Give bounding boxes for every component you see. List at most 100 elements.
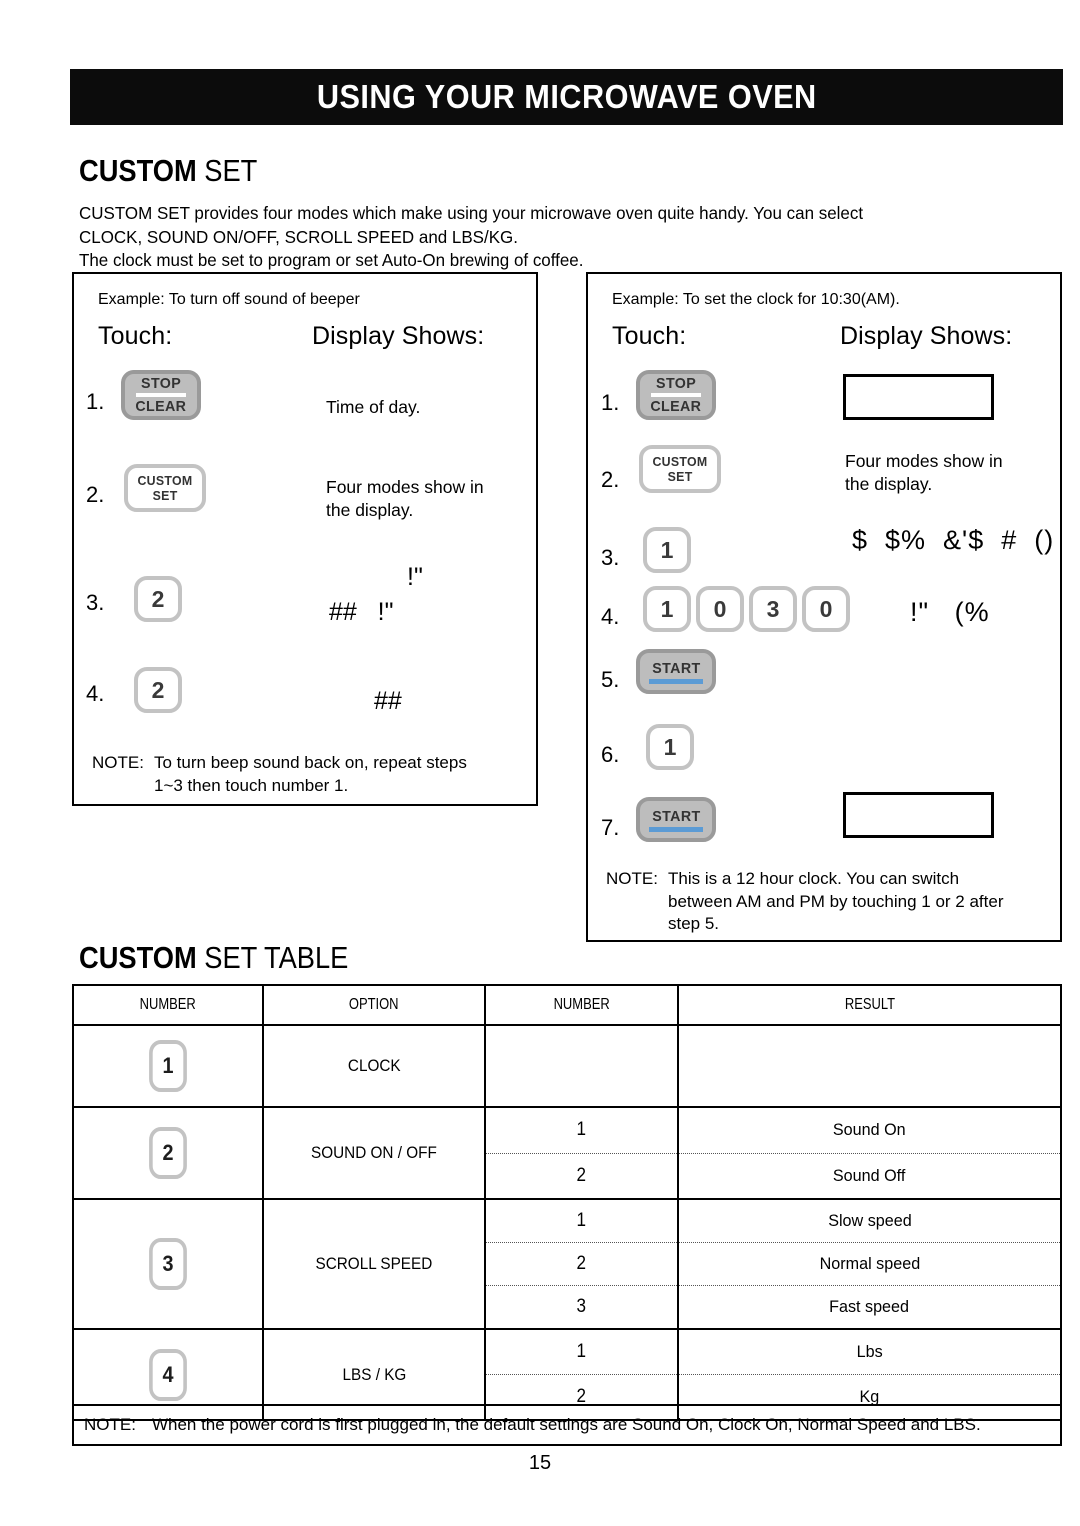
- number-key-1[interactable]: 1: [149, 1040, 187, 1092]
- digit-label-right-4b: 0: [713, 595, 727, 622]
- display-text-right-2b: the display.: [845, 474, 933, 494]
- start-button-right-5[interactable]: START: [636, 649, 716, 694]
- stop-clear-label-top-1: STOP: [140, 375, 182, 392]
- table-cell-number-1: [484, 1024, 679, 1108]
- digit-button-left-3[interactable]: 2: [134, 576, 182, 622]
- digit-label-left-3: 2: [151, 585, 165, 612]
- example-box-sound-off: Example: To turn off sound of beeper Tou…: [72, 272, 538, 806]
- start-button-right-7[interactable]: START: [636, 797, 716, 842]
- sub-row: 1: [486, 1108, 677, 1154]
- table-row: 3 SCROLL SPEED 1 2 3 Slow speed Normal s…: [72, 1198, 1062, 1330]
- table-cell-option-3: SCROLL SPEED: [262, 1198, 486, 1330]
- digit-button-right-4c[interactable]: 3: [749, 586, 797, 632]
- number-key-1-label: 1: [162, 1053, 174, 1078]
- note-right-label: NOTE:: [606, 869, 658, 888]
- display-text-left-1: Time of day.: [326, 397, 421, 417]
- digit-button-right-4d[interactable]: 0: [802, 586, 850, 632]
- custom-set-label-top-2: CUSTOM: [137, 473, 193, 488]
- manual-page: USING YOUR MICROWAVE OVEN CUSTOM SET CUS…: [0, 0, 1080, 1526]
- step-number-right-7: 7.: [601, 815, 620, 840]
- intro-line-3: The clock must be set to program or set …: [79, 250, 584, 270]
- custom-set-label-bottom-2: SET: [152, 488, 178, 503]
- step-number-right-2: 2.: [601, 467, 620, 492]
- display-glyph-left-3-bottom: ## !": [329, 598, 394, 626]
- option-label-2: SOUND ON / OFF: [311, 1143, 437, 1162]
- display-glyph-left-3-top: !": [407, 563, 423, 591]
- table-note-label: NOTE:: [84, 1415, 136, 1434]
- custom-set-label-top-r2: CUSTOM: [652, 454, 708, 469]
- digit-button-right-6[interactable]: 1: [646, 724, 694, 770]
- number-key-3-label: 3: [162, 1251, 174, 1276]
- table-header-number-1: NUMBER: [81, 984, 255, 1026]
- note-left-label: NOTE:: [92, 753, 144, 772]
- note-left-line-2: 1~3 then touch number 1.: [154, 775, 349, 795]
- table-cell-option-2: SOUND ON / OFF: [262, 1106, 486, 1200]
- table-header-number-2-label: NUMBER: [553, 996, 610, 1013]
- stop-clear-button-left-1[interactable]: STOP CLEAR: [121, 370, 201, 420]
- stop-clear-divider-1: [135, 393, 187, 397]
- note-right: NOTE: This is a 12 hour clock. You can s…: [606, 868, 1056, 936]
- number-key-3[interactable]: 3: [149, 1238, 187, 1290]
- number-key-2-label: 2: [162, 1140, 174, 1165]
- digit-button-left-4[interactable]: 2: [134, 667, 182, 713]
- sub-row: Slow speed: [679, 1200, 1060, 1243]
- custom-set-button-left-2[interactable]: CUSTOM SET: [124, 464, 206, 512]
- sub-row: 2: [486, 1154, 677, 1199]
- table-footer-note: NOTE: When the power cord is first plugge…: [72, 1404, 1062, 1446]
- custom-set-button-right-2[interactable]: CUSTOM SET: [639, 445, 721, 493]
- section-heading-bold-part: CUSTOM: [79, 153, 197, 188]
- section-heading-custom-set: CUSTOM SET: [79, 153, 257, 189]
- table-cell-result-2: Sound On Sound Off: [677, 1106, 1062, 1200]
- table-cell-key-1: 1: [72, 1024, 264, 1108]
- example-box-set-clock: Example: To set the clock for 10:30(AM).…: [586, 272, 1062, 942]
- display-column-label-left: Display Shows:: [312, 322, 485, 350]
- touch-column-label-left: Touch:: [98, 322, 173, 350]
- entry-result-2-1: Sound Off: [833, 1165, 906, 1185]
- table-cell-option-1: CLOCK: [262, 1024, 486, 1108]
- stop-clear-label-bottom-r1: CLEAR: [650, 398, 702, 415]
- table-note-text: When the power cord is first plugged in,…: [151, 1415, 981, 1434]
- note-left-line-1: To turn beep sound back on, repeat steps: [154, 753, 467, 772]
- step-number-right-6: 6.: [601, 742, 620, 767]
- custom-set-label-bottom-r2: SET: [667, 469, 693, 484]
- table-heading-bold-part: CUSTOM: [79, 940, 197, 975]
- digit-button-right-4a[interactable]: 1: [643, 586, 691, 632]
- sub-row: Normal speed: [679, 1243, 1060, 1286]
- stop-clear-label-bottom-1: CLEAR: [135, 398, 187, 415]
- stop-clear-button-right-1[interactable]: STOP CLEAR: [636, 370, 716, 420]
- digit-label-right-3: 1: [660, 536, 674, 563]
- sub-row: Fast speed: [679, 1286, 1060, 1328]
- sub-row: 3: [486, 1286, 677, 1328]
- sub-row: Sound Off: [679, 1154, 1060, 1199]
- option-label-1: CLOCK: [347, 1056, 401, 1075]
- entry-number-3-1: 2: [576, 1253, 587, 1274]
- step-number-right-1: 1.: [601, 390, 620, 415]
- display-glyph-right-4: !" (%: [910, 597, 990, 627]
- sub-row: 1: [486, 1200, 677, 1243]
- step-number-left-3: 3.: [86, 590, 105, 615]
- start-accent-bar-r5: [649, 678, 703, 684]
- digit-button-right-4b[interactable]: 0: [696, 586, 744, 632]
- entry-result-3-1: Normal speed: [819, 1254, 920, 1273]
- digit-button-right-3[interactable]: 1: [643, 527, 691, 573]
- digit-label-right-6: 1: [663, 733, 677, 760]
- page-number: 15: [528, 1452, 552, 1474]
- display-glyph-left-4: ##: [374, 687, 402, 715]
- step-number-left-2: 2.: [86, 482, 105, 507]
- page-header-bar: USING YOUR MICROWAVE OVEN: [70, 69, 1063, 125]
- sub-row: Lbs: [679, 1330, 1060, 1375]
- table-cell-key-3: 3: [72, 1198, 264, 1330]
- digit-label-right-4c: 3: [766, 595, 780, 622]
- section-heading-custom-set-table: CUSTOM SET TABLE: [79, 940, 348, 976]
- display-text-left-2a: Four modes show in: [326, 477, 484, 497]
- number-key-4[interactable]: 4: [149, 1348, 187, 1401]
- number-key-2[interactable]: 2: [149, 1127, 187, 1179]
- entry-result-3-0: Slow speed: [827, 1211, 912, 1230]
- sub-row: Sound On: [679, 1108, 1060, 1154]
- stop-clear-divider-r1: [650, 393, 702, 397]
- display-text-left-2b: the display.: [326, 500, 414, 520]
- table-header-option-label: OPTION: [349, 996, 399, 1013]
- option-label-3: SCROLL SPEED: [315, 1254, 433, 1273]
- step-number-left-1: 1.: [86, 389, 105, 414]
- intro-paragraph: CUSTOM SET provides four modes which mak…: [79, 202, 1010, 273]
